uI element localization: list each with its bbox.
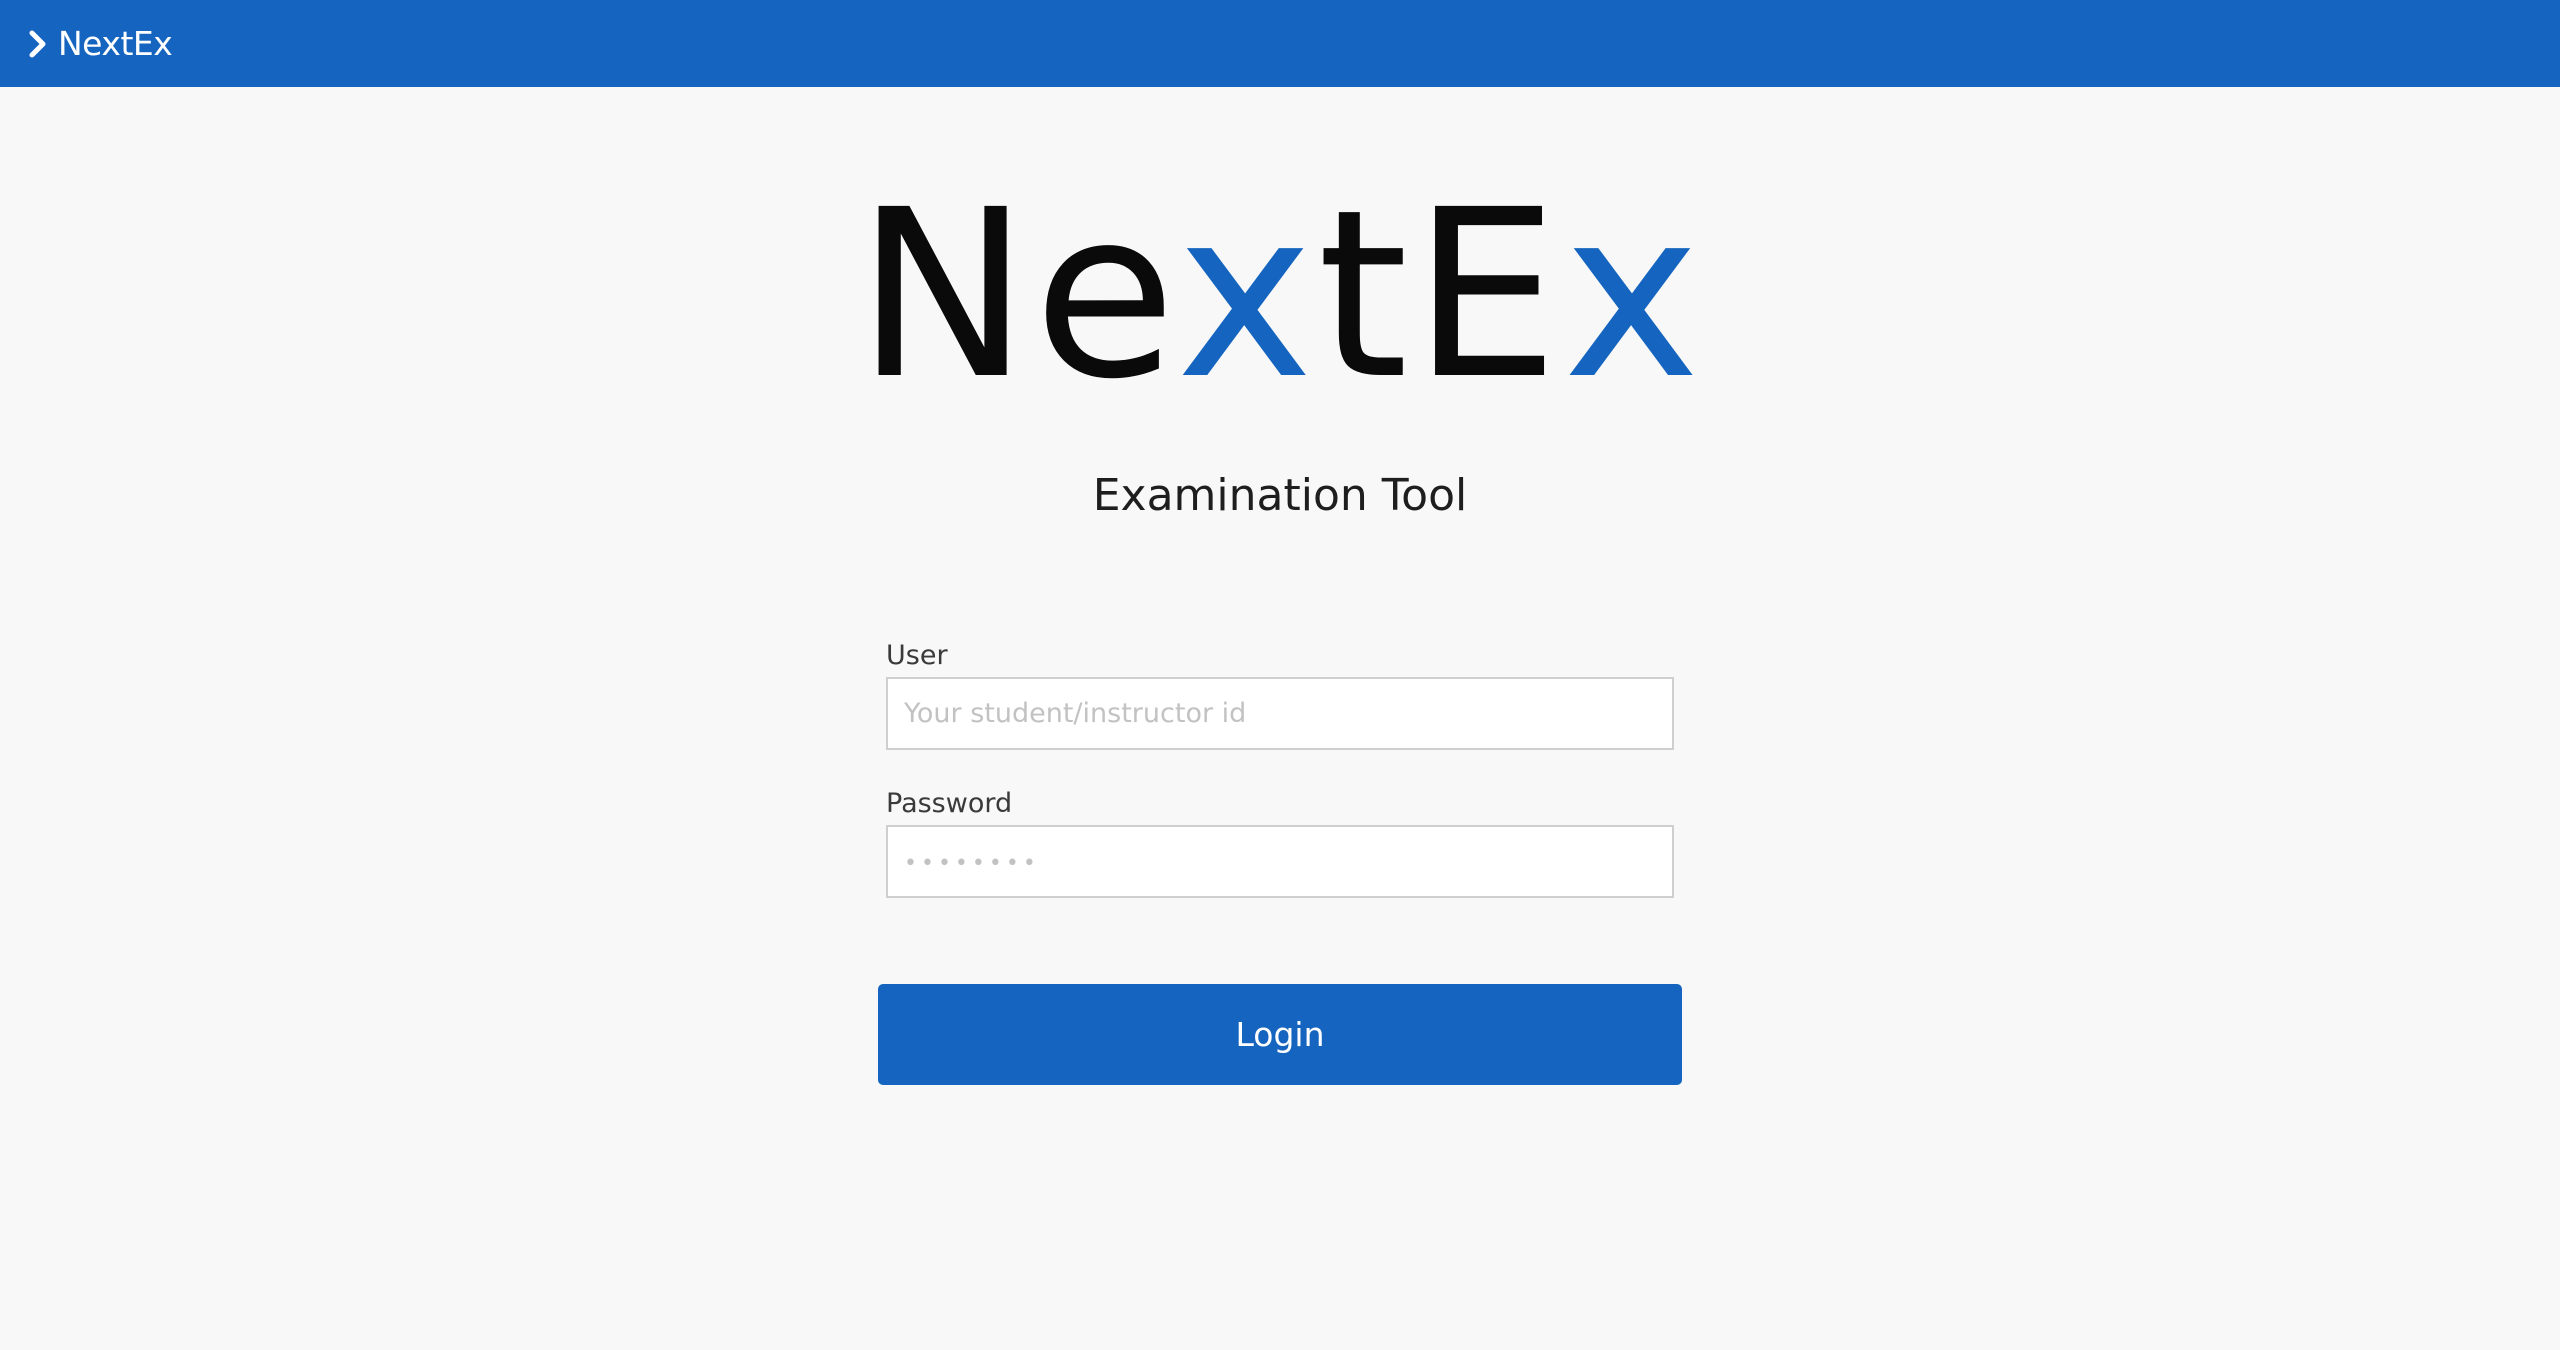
- logo-part-3: tE: [1317, 160, 1563, 430]
- password-input[interactable]: [886, 825, 1674, 898]
- chevron-right-icon: [28, 30, 48, 58]
- login-form: User Password: [886, 640, 1674, 898]
- login-button[interactable]: Login: [878, 984, 1682, 1085]
- app-subtitle: Examination Tool: [1092, 470, 1468, 521]
- user-input[interactable]: [886, 677, 1674, 750]
- app-logo: NextEx: [0, 170, 2560, 420]
- logo-part-4: x: [1562, 160, 1705, 430]
- logo-part-2: x: [1176, 160, 1318, 430]
- logo-part-1: Ne: [855, 160, 1177, 430]
- brand-link[interactable]: NextEx: [28, 24, 173, 63]
- user-field-group: User: [886, 640, 1674, 750]
- brand-label: NextEx: [58, 24, 173, 63]
- password-label: Password: [886, 788, 1013, 819]
- password-field-group: Password: [886, 788, 1674, 898]
- user-label: User: [886, 640, 948, 671]
- top-navbar: NextEx: [0, 0, 2560, 87]
